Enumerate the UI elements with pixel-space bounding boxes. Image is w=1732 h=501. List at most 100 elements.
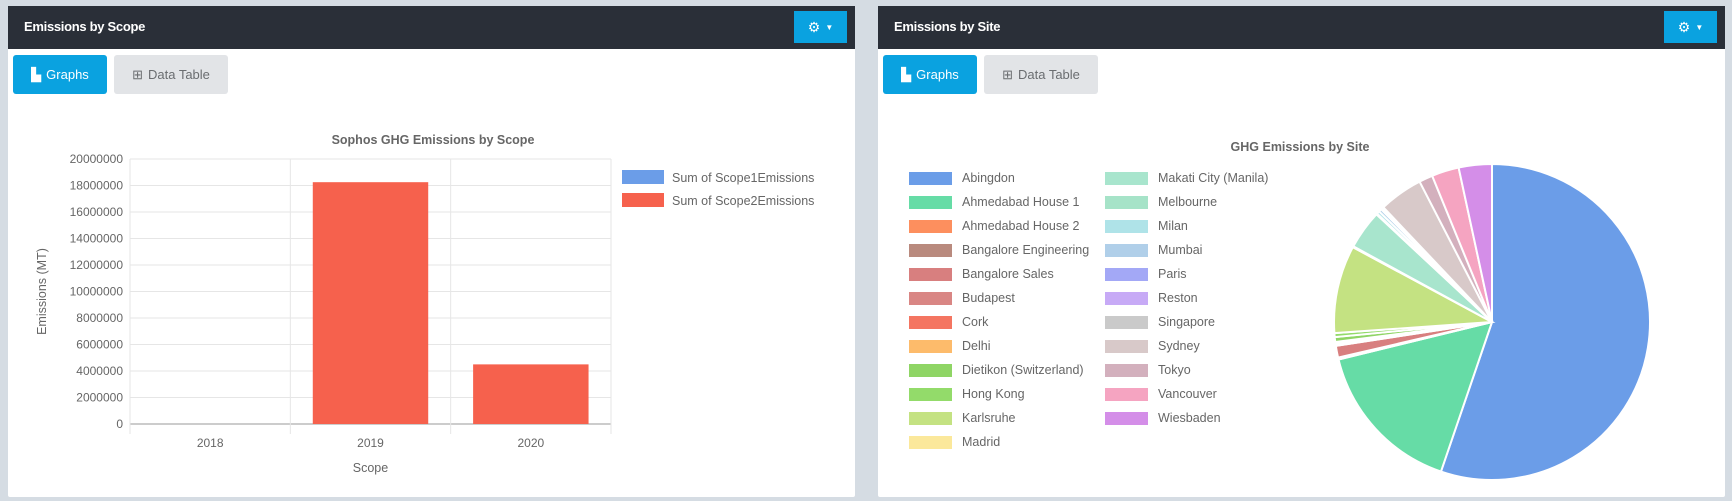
bar-chart-icon: ▙	[901, 66, 912, 82]
legend-label: Makati City (Manila)	[1158, 171, 1269, 185]
legend-item[interactable]: Karlsruhe	[909, 411, 1016, 425]
legend-label: Ahmedabad House 1	[962, 195, 1080, 209]
caret-down-icon: ▼	[1695, 22, 1704, 32]
legend-label: Bangalore Sales	[962, 267, 1054, 281]
data-table-tab[interactable]: ⊞ Data Table	[984, 55, 1098, 94]
legend-label: Sydney	[1158, 339, 1200, 353]
legend-label: Ahmedabad House 2	[962, 219, 1080, 233]
legend-swatch	[909, 291, 952, 305]
pie-slice-mumbai	[1377, 207, 1493, 323]
legend-label: Cork	[962, 315, 989, 329]
legend-swatch	[1105, 243, 1148, 257]
legend-item[interactable]: Singapore	[1105, 315, 1215, 329]
legend-swatch	[909, 411, 952, 425]
legend-item[interactable]: Madrid	[909, 435, 1000, 449]
legend-label: Sum of Scope2Emissions	[672, 194, 814, 208]
legend-label: Budapest	[962, 291, 1015, 305]
legend-item[interactable]: Budapest	[909, 291, 1015, 305]
legend-swatch	[1105, 171, 1148, 185]
legend-swatch	[909, 267, 952, 281]
legend-swatch	[909, 219, 952, 233]
legend-label: Mumbai	[1158, 243, 1203, 257]
chart-title: GHG Emissions by Site	[1231, 140, 1370, 154]
legend-item[interactable]: Delhi	[909, 339, 991, 353]
legend-item[interactable]: Ahmedabad House 2	[909, 219, 1079, 233]
legend-item[interactable]: Cork	[909, 315, 988, 329]
legend-label: Dietikon (Switzerland)	[962, 363, 1084, 377]
pie-slice-madrid	[1351, 244, 1493, 323]
legend-swatch	[909, 195, 952, 209]
pie-slice-ahmedabad-house-2	[1337, 321, 1493, 361]
legend-label: Delhi	[962, 339, 991, 353]
legend-swatch	[1105, 411, 1148, 425]
legend-label: Reston	[1158, 291, 1198, 305]
legend-item[interactable]: Paris	[1105, 267, 1186, 281]
legend-label: Karlsruhe	[962, 411, 1016, 425]
legend-item[interactable]: Abingdon	[909, 171, 1015, 185]
pie-slice-cork	[1334, 321, 1493, 346]
y-tick-label: 16000000	[70, 205, 124, 219]
legend-label: Tokyo	[1158, 363, 1191, 377]
legend-label: Wiesbaden	[1158, 411, 1221, 425]
legend-item[interactable]: Bangalore Engineering	[909, 243, 1089, 257]
data-table-label: Data Table	[1017, 67, 1080, 82]
pie-slice-ahmedabad-house-1	[1337, 320, 1494, 473]
legend-item[interactable]: Mumbai	[1105, 243, 1202, 257]
pie-slice-budapest	[1334, 321, 1493, 348]
legend-item[interactable]: Milan	[1105, 219, 1188, 233]
legend-label: Melbourne	[1158, 195, 1218, 209]
legend-swatch	[909, 387, 952, 401]
chart-title: Sophos GHG Emissions by Scope	[332, 133, 535, 147]
legend-item[interactable]: Dietikon (Switzerland)	[909, 363, 1084, 377]
legend-swatch	[909, 171, 952, 185]
legend-swatch	[1105, 387, 1148, 401]
legend-label: Hong Kong	[962, 387, 1025, 401]
legend-item[interactable]: Hong Kong	[909, 387, 1025, 401]
legend-swatch	[1105, 291, 1148, 305]
pie-slice-tokyo	[1418, 174, 1493, 323]
x-tick-label: 2019	[357, 436, 384, 450]
panel-title: Emissions by Site	[894, 19, 1001, 34]
legend-label: Abingdon	[962, 171, 1015, 185]
legend-item[interactable]: Ahmedabad House 1	[909, 195, 1079, 209]
legend-item[interactable]: Melbourne	[1105, 195, 1217, 209]
legend-swatch	[1105, 339, 1148, 353]
pie-slice-dietikon-switzerland-	[1333, 321, 1493, 344]
pie-slice-milan	[1375, 210, 1493, 323]
x-axis-label: Scope	[353, 461, 388, 475]
graphs-tab[interactable]: ▙ Graphs	[883, 55, 977, 94]
y-tick-label: 0	[116, 417, 123, 431]
legend-item[interactable]: Sydney	[1105, 339, 1200, 353]
legend-label: Bangalore Engineering	[962, 243, 1090, 257]
legend-item[interactable]: Wiesbaden	[1105, 411, 1221, 425]
legend-item[interactable]: Reston	[1105, 291, 1198, 305]
y-tick-label: 2000000	[76, 391, 123, 405]
y-tick-label: 20000000	[70, 152, 124, 166]
legend-swatch	[622, 170, 664, 184]
settings-dropdown-button[interactable]: ⚙ ▼	[1664, 11, 1717, 43]
bar-Sum of Scope2Emissions-2019	[312, 182, 429, 424]
legend-item[interactable]: Vancouver	[1105, 387, 1217, 401]
legend-item[interactable]: Makati City (Manila)	[1105, 171, 1268, 185]
y-axis-label: Emissions (MT)	[35, 248, 49, 335]
y-tick-label: 12000000	[70, 258, 124, 272]
legend-item[interactable]: Tokyo	[1105, 363, 1191, 377]
pie-slice-karlsruhe	[1333, 245, 1496, 335]
legend-swatch	[1105, 363, 1148, 377]
y-tick-label: 6000000	[76, 338, 123, 352]
y-tick-label: 8000000	[76, 311, 123, 325]
legend-swatch	[909, 339, 952, 353]
legend-swatch	[1105, 267, 1148, 281]
pie-slice-abingdon	[1439, 162, 1651, 481]
legend-swatch	[909, 315, 952, 329]
legend-label: Singapore	[1158, 315, 1215, 329]
legend-item[interactable]: Bangalore Sales	[909, 267, 1054, 281]
emissions-by-scope-panel: Emissions by Scope ⚙ ▼ ▙ Graphs ⊞ Data Tabl…	[8, 6, 855, 497]
panel-header: Emissions by Site ⚙ ▼	[878, 6, 1725, 49]
pie-slice-bangalore-engineering	[1336, 321, 1493, 360]
pie-slice-hong-kong	[1333, 321, 1493, 339]
emissions-by-site-panel: Emissions by Site ⚙ ▼ ▙ Graphs ⊞ Data Table…	[878, 6, 1725, 497]
legend-swatch	[1105, 219, 1148, 233]
gear-icon: ⚙	[1677, 18, 1691, 35]
x-tick-label: 2020	[517, 436, 544, 450]
